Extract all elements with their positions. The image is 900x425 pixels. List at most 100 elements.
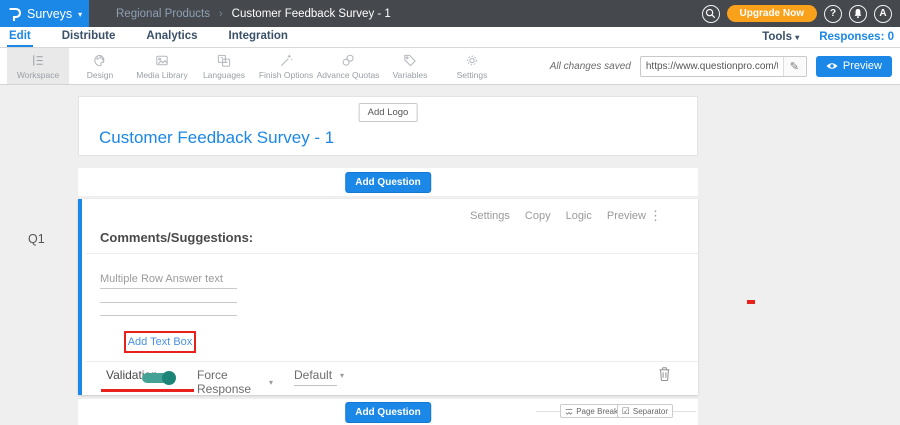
toolbar-item-finish-options[interactable]: Finish Options [255, 48, 317, 84]
question-card: Settings Copy Logic Preview ⋮ Comments/S… [78, 199, 698, 395]
red-dash-annotation [747, 300, 755, 304]
separator-button[interactable]: ☑ Separator [617, 404, 673, 418]
delete-question-button[interactable] [658, 366, 671, 382]
main-nav: Edit Distribute Analytics Integration To… [0, 27, 900, 48]
chevron-down-icon: ▾ [340, 371, 344, 380]
force-response-dropdown[interactable]: Force Response ▾ [197, 368, 273, 400]
toolbar-label: Finish Options [259, 70, 313, 80]
divider [86, 253, 698, 254]
notifications-button[interactable] [849, 5, 867, 23]
page-break-icon [565, 407, 573, 415]
header-actions: Upgrade Now ? A [702, 0, 892, 27]
question-logic-link[interactable]: Logic [566, 210, 592, 222]
product-menu-label: Surveys [27, 7, 72, 21]
eye-icon [826, 62, 838, 70]
tools-label: Tools [762, 31, 792, 43]
toolbar-label: Advance Quotas [317, 70, 380, 80]
toolbar-item-media-library[interactable]: Media Library [131, 48, 193, 84]
breadcrumb: Regional Products › Customer Feedback Su… [116, 8, 391, 20]
answer-line[interactable] [100, 288, 237, 289]
question-copy-link[interactable]: Copy [525, 210, 551, 222]
nav-tab-distribute[interactable]: Distribute [60, 27, 118, 47]
toolbar-item-design[interactable]: Design [69, 48, 131, 84]
toggle-knob [162, 371, 176, 385]
default-label: Default [294, 368, 332, 382]
chevron-down-icon: ▾ [795, 33, 799, 42]
search-button[interactable] [702, 5, 720, 23]
nav-tab-edit[interactable]: Edit [7, 27, 33, 47]
help-button[interactable]: ? [824, 5, 842, 23]
toolbar-label: Workspace [17, 70, 59, 80]
question-mark-icon: ? [830, 8, 836, 19]
nav-tab-analytics[interactable]: Analytics [144, 27, 199, 47]
image-icon [154, 53, 170, 68]
toolbar-item-settings[interactable]: Settings [441, 48, 503, 84]
toolbar-label: Media Library [136, 70, 188, 80]
avatar[interactable]: A [874, 5, 892, 23]
question-settings-link[interactable]: Settings [470, 210, 510, 222]
add-text-box-highlight: Add Text Box [124, 331, 196, 353]
preview-button[interactable]: Preview [816, 56, 892, 77]
page-break-label: Page Break [576, 407, 618, 416]
edit-url-button[interactable]: ✎ [783, 57, 805, 76]
chevron-down-icon: ▾ [269, 378, 273, 387]
kebab-menu-icon[interactable]: ⋮ [649, 208, 662, 224]
save-status-text: All changes saved [550, 61, 631, 72]
product-switcher[interactable]: Surveys ▾ [0, 0, 89, 27]
add-question-button-top[interactable]: Add Question [345, 172, 431, 193]
pencil-icon: ✎ [790, 60, 799, 73]
checkbox-checked-icon: ☑ [622, 406, 630, 417]
avatar-initial: A [879, 8, 886, 19]
divider [86, 361, 698, 362]
responses-count-link[interactable]: Responses: 0 [819, 31, 894, 43]
question-text[interactable]: Comments/Suggestions: [100, 230, 253, 245]
add-question-strip-top: Add Question [78, 168, 698, 196]
gear-icon [464, 53, 480, 68]
toolbar-item-workspace[interactable]: Workspace [7, 48, 69, 84]
survey-url-input[interactable] [641, 61, 783, 72]
trash-icon [658, 366, 671, 382]
survey-title[interactable]: Customer Feedback Survey - 1 [99, 128, 334, 148]
validation-underline-annotation [101, 389, 194, 392]
survey-header-card: Add Logo Customer Feedback Survey - 1 [78, 96, 698, 156]
validation-toggle[interactable] [142, 373, 175, 383]
chevron-down-icon: ▾ [78, 10, 82, 19]
force-response-label: Force Response [197, 368, 261, 396]
chain-links-icon [340, 53, 356, 68]
add-text-box-link[interactable]: Add Text Box [128, 336, 193, 348]
nav-tab-integration[interactable]: Integration [227, 27, 290, 47]
magic-wand-icon [278, 53, 294, 68]
tools-menu[interactable]: Tools ▾ [762, 31, 799, 43]
toolbar-item-languages[interactable]: Languages [193, 48, 255, 84]
toolbar-item-advance-quotas[interactable]: Advance Quotas [317, 48, 379, 84]
add-question-strip-bottom: Add Question Page Break ☑ Separator [78, 399, 698, 425]
answer-textarea-placeholder[interactable]: Multiple Row Answer text [100, 273, 223, 285]
toolbar-item-variables[interactable]: Variables [379, 48, 441, 84]
toolbar-label: Languages [203, 70, 245, 80]
question-menu: Settings Copy Logic Preview [470, 210, 646, 222]
survey-url-field: ✎ [640, 56, 807, 77]
add-logo-button[interactable]: Add Logo [359, 103, 418, 122]
breadcrumb-separator: › [219, 8, 223, 20]
preview-label: Preview [843, 60, 882, 72]
toolbar-label: Settings [457, 70, 488, 80]
answer-line[interactable] [100, 315, 237, 316]
bell-icon [853, 8, 863, 19]
search-icon [705, 8, 716, 19]
questionpro-logo-icon [8, 6, 21, 22]
default-validation-dropdown[interactable]: Default ▾ [294, 368, 337, 386]
top-header: Surveys ▾ Regional Products › Customer F… [0, 0, 900, 27]
question-number-label: Q1 [28, 232, 45, 246]
separator-label: Separator [633, 407, 668, 416]
toolbar-label: Variables [393, 70, 428, 80]
upgrade-now-button[interactable]: Upgrade Now [727, 5, 817, 22]
answer-line[interactable] [100, 302, 237, 303]
question-preview-link[interactable]: Preview [607, 210, 646, 222]
page-break-button[interactable]: Page Break [560, 404, 623, 418]
breadcrumb-parent[interactable]: Regional Products [116, 8, 210, 20]
questionpro-survey-editor: Surveys ▾ Regional Products › Customer F… [0, 0, 900, 425]
add-question-button-bottom[interactable]: Add Question [345, 402, 431, 423]
editor-toolbar: Workspace Design Media Library [0, 48, 900, 85]
breadcrumb-current: Customer Feedback Survey - 1 [232, 8, 391, 20]
workspace-icon [30, 53, 46, 68]
